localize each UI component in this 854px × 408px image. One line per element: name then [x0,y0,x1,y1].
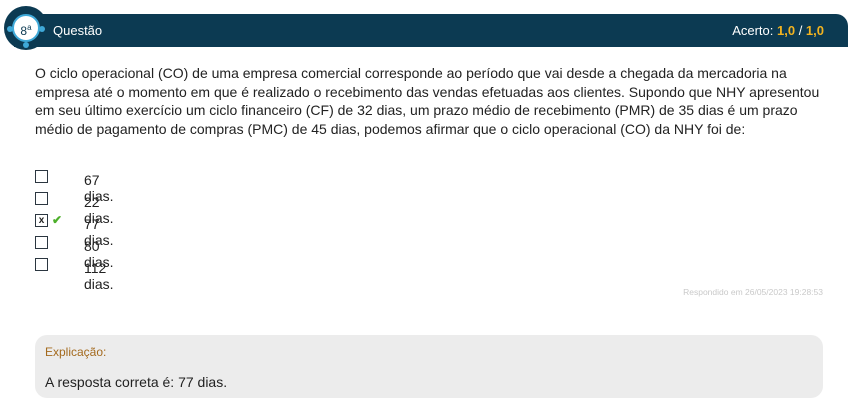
question-header: Questão Acerto: 1,0 / 1,0 [14,14,848,47]
correct-check-icon: ✔ [52,213,63,227]
option-5-checkbox[interactable] [35,258,48,271]
answered-timestamp: Respondido em 26/05/2023 19:28:53 [683,287,823,297]
header-title: Questão [53,23,103,38]
option-3-checkbox[interactable]: x [35,214,48,227]
score-display: Acerto: 1,0 / 1,0 [732,23,824,38]
option-2-checkbox[interactable] [35,192,48,205]
explanation-panel: Explicação: A resposta correta é: 77 dia… [35,335,823,398]
badge-dot-bottom [23,42,29,48]
score-value: 1,0 [777,23,796,38]
option-1-checkbox[interactable] [35,170,48,183]
option-5-label: 112 dias. [84,260,114,292]
explanation-text: A resposta correta é: 77 dias. [45,374,228,390]
score-separator: / [795,23,806,38]
explanation-heading: Explicação: [45,345,107,359]
score-label: Acerto: [732,23,774,38]
badge-number: 8a [12,14,40,42]
score-total: 1,0 [805,23,824,38]
option-4-checkbox[interactable] [35,236,48,249]
badge-ordinal: a [27,23,32,32]
question-text: O ciclo operacional (CO) de uma empresa … [35,65,820,137]
question-number-badge: 8a [4,6,48,50]
